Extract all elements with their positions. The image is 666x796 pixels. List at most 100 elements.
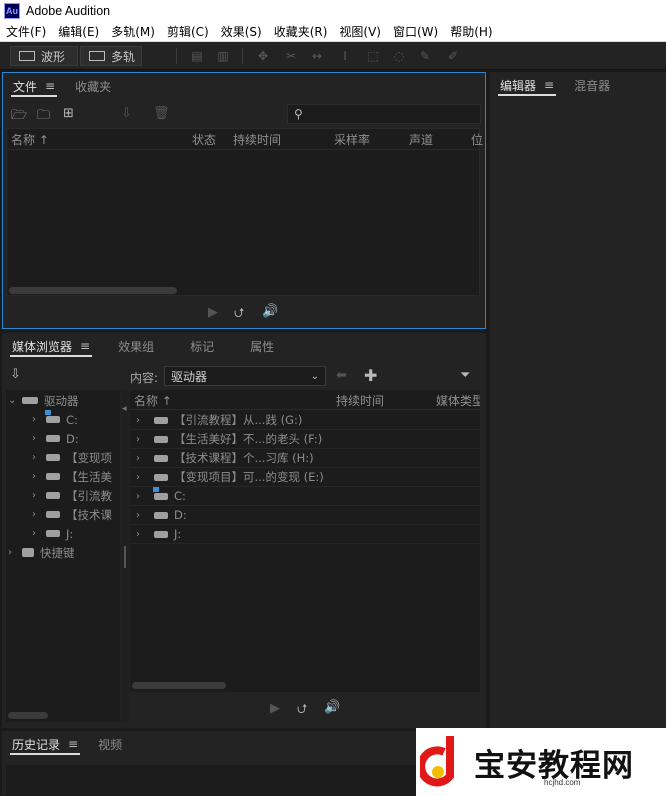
horizontal-scrollbar[interactable] — [9, 287, 177, 294]
column-sample-rate[interactable]: 采样率 — [334, 131, 370, 148]
list-item[interactable]: › 【技术课程】个...习库 (H:) — [130, 449, 480, 468]
tree-item-h[interactable]: › 【技术课 — [32, 505, 112, 524]
menu-effects[interactable]: 效果(S) — [215, 23, 268, 40]
spectral-frequency-icon[interactable]: ▤ — [190, 49, 204, 63]
menu-file[interactable]: 文件(F) — [0, 23, 52, 40]
column-media-type[interactable]: 媒体类型 — [436, 392, 480, 409]
open-file-icon[interactable]: 🗁 — [11, 106, 27, 128]
chevron-right-icon[interactable]: › — [136, 472, 146, 483]
tab-mixer[interactable]: 混音器 — [564, 72, 620, 98]
column-duration[interactable]: 持续时间 — [336, 392, 384, 409]
loop-icon[interactable]: ⮍ — [297, 700, 307, 722]
list-item[interactable]: › J: — [130, 525, 480, 544]
marquee-selection-icon[interactable]: ⬚ — [366, 49, 380, 63]
pane-splitter[interactable]: ◂ — [121, 390, 129, 722]
play-icon[interactable]: ▶ — [208, 305, 218, 320]
list-item[interactable]: › 【生活美好】不...的老头 (F:) — [130, 430, 480, 449]
chevron-right-icon[interactable]: › — [136, 434, 146, 445]
auto-play-icon[interactable]: 🔊 — [324, 700, 340, 715]
menu-edit[interactable]: 编辑(E) — [52, 23, 105, 40]
tree-item-e[interactable]: › 【变现项 — [32, 448, 112, 467]
tab-history[interactable]: 历史记录 ≡ — [2, 731, 88, 757]
tab-editor[interactable]: 编辑器 ≡ — [490, 72, 564, 98]
tree-item-g[interactable]: › 【引流教 — [32, 486, 112, 505]
add-shortcut-icon[interactable]: ✚ — [364, 366, 377, 385]
tree-item-f[interactable]: › 【生活美 — [32, 467, 112, 486]
chevron-right-icon[interactable]: › — [136, 529, 146, 540]
new-file-icon[interactable]: ⊞ — [63, 106, 74, 121]
filter-icon[interactable]: ⏷ — [460, 368, 470, 383]
list-item[interactable]: › 【引流教程】从...践 (G:) — [130, 411, 480, 430]
chevron-right-icon[interactable]: › — [8, 547, 18, 558]
chevron-right-icon[interactable]: › — [32, 528, 42, 539]
slip-tool-icon[interactable]: ↔ — [310, 49, 324, 63]
lasso-selection-icon[interactable]: ◌ — [392, 49, 406, 63]
collapse-arrow-icon[interactable]: ◂ — [122, 404, 127, 414]
import-icon[interactable]: ⇩ — [10, 367, 21, 382]
razor-tool-icon[interactable]: ✂ — [284, 49, 298, 63]
tab-favorites[interactable]: 收藏夹 — [65, 73, 121, 99]
chevron-right-icon[interactable]: › — [136, 453, 146, 464]
menu-view[interactable]: 视图(V) — [333, 23, 387, 40]
column-name[interactable]: 名称 ↑ — [11, 131, 49, 148]
column-name[interactable]: 名称 ↑ — [134, 392, 172, 409]
splitter-grip[interactable] — [124, 546, 126, 568]
chevron-right-icon[interactable]: › — [136, 491, 146, 502]
tab-video[interactable]: 视频 — [88, 731, 132, 757]
menu-favorites[interactable]: 收藏夹(R) — [268, 23, 334, 40]
multitrack-view-button[interactable]: 多轨 — [80, 46, 142, 66]
import-file-icon[interactable]: 🗀 — [37, 106, 50, 128]
tab-media-browser[interactable]: 媒体浏览器 ≡ — [2, 333, 100, 359]
tree-item-drives[interactable]: ⌄ 驱动器 — [8, 391, 79, 410]
spectral-pitch-icon[interactable]: ▥ — [216, 49, 230, 63]
tab-effects-rack[interactable]: 效果组 — [100, 333, 172, 359]
close-file-icon[interactable]: 🗑 — [153, 106, 170, 121]
spot-healing-brush-icon[interactable]: ✐ — [446, 49, 460, 63]
tree-horizontal-scrollbar[interactable] — [8, 712, 48, 719]
content-dropdown[interactable]: 驱动器 ⌄ — [164, 366, 326, 386]
chevron-right-icon[interactable]: › — [32, 433, 42, 444]
chevron-right-icon[interactable]: › — [32, 490, 42, 501]
list-horizontal-scrollbar[interactable] — [132, 682, 226, 689]
brush-selection-icon[interactable]: ✎ — [418, 49, 432, 63]
search-field[interactable]: ⚲ — [287, 104, 481, 124]
column-duration[interactable]: 持续时间 — [233, 131, 281, 148]
tree-item-j[interactable]: › J: — [32, 524, 73, 543]
chevron-right-icon[interactable]: › — [136, 510, 146, 521]
chevron-right-icon[interactable]: › — [32, 509, 42, 520]
tab-markers[interactable]: 标记 — [172, 333, 232, 359]
loop-icon[interactable]: ⮍ — [234, 304, 244, 326]
column-channels[interactable]: 声道 — [409, 131, 433, 148]
list-item[interactable]: › 【变现项目】可...的变现 (E:) — [130, 468, 480, 487]
chevron-right-icon[interactable]: › — [136, 415, 146, 426]
waveform-view-button[interactable]: 波形 — [10, 46, 78, 66]
tab-files[interactable]: 文件 ≡ — [3, 73, 65, 99]
insert-into-multitrack-icon[interactable]: ⇩ — [121, 106, 132, 121]
menu-multitrack[interactable]: 多轨(M) — [105, 23, 161, 40]
play-icon[interactable]: ▶ — [270, 701, 280, 716]
column-bit-depth[interactable]: 位 — [471, 131, 483, 148]
move-tool-icon[interactable]: ✥ — [256, 49, 270, 63]
tab-properties[interactable]: 属性 — [232, 333, 292, 359]
panel-menu-icon[interactable]: ≡ — [45, 79, 55, 93]
panel-menu-icon[interactable]: ≡ — [544, 78, 554, 92]
menu-help[interactable]: 帮助(H) — [444, 23, 498, 40]
menu-clip[interactable]: 剪辑(C) — [161, 23, 215, 40]
tree-item-c[interactable]: › C: — [32, 410, 78, 429]
panel-menu-icon[interactable]: ≡ — [68, 737, 78, 751]
chevron-right-icon[interactable]: › — [32, 471, 42, 482]
list-item[interactable]: › C: — [130, 486, 480, 506]
time-selection-tool-icon[interactable]: I — [338, 49, 352, 63]
auto-play-icon[interactable]: 🔊 — [262, 304, 278, 319]
menu-window[interactable]: 窗口(W) — [387, 23, 444, 40]
list-item[interactable]: › D: — [130, 506, 480, 525]
chevron-right-icon[interactable]: › — [32, 414, 42, 425]
column-status[interactable]: 状态 — [192, 131, 216, 148]
tree-item-shortcuts[interactable]: › 快捷键 — [8, 543, 75, 562]
back-arrow-icon[interactable]: ⬅ — [336, 368, 347, 383]
chevron-right-icon[interactable]: › — [32, 452, 42, 463]
tree-item-d[interactable]: › D: — [32, 429, 79, 448]
panel-menu-icon[interactable]: ≡ — [80, 339, 90, 353]
search-input[interactable] — [306, 107, 467, 121]
chevron-down-icon[interactable]: ⌄ — [8, 395, 18, 406]
